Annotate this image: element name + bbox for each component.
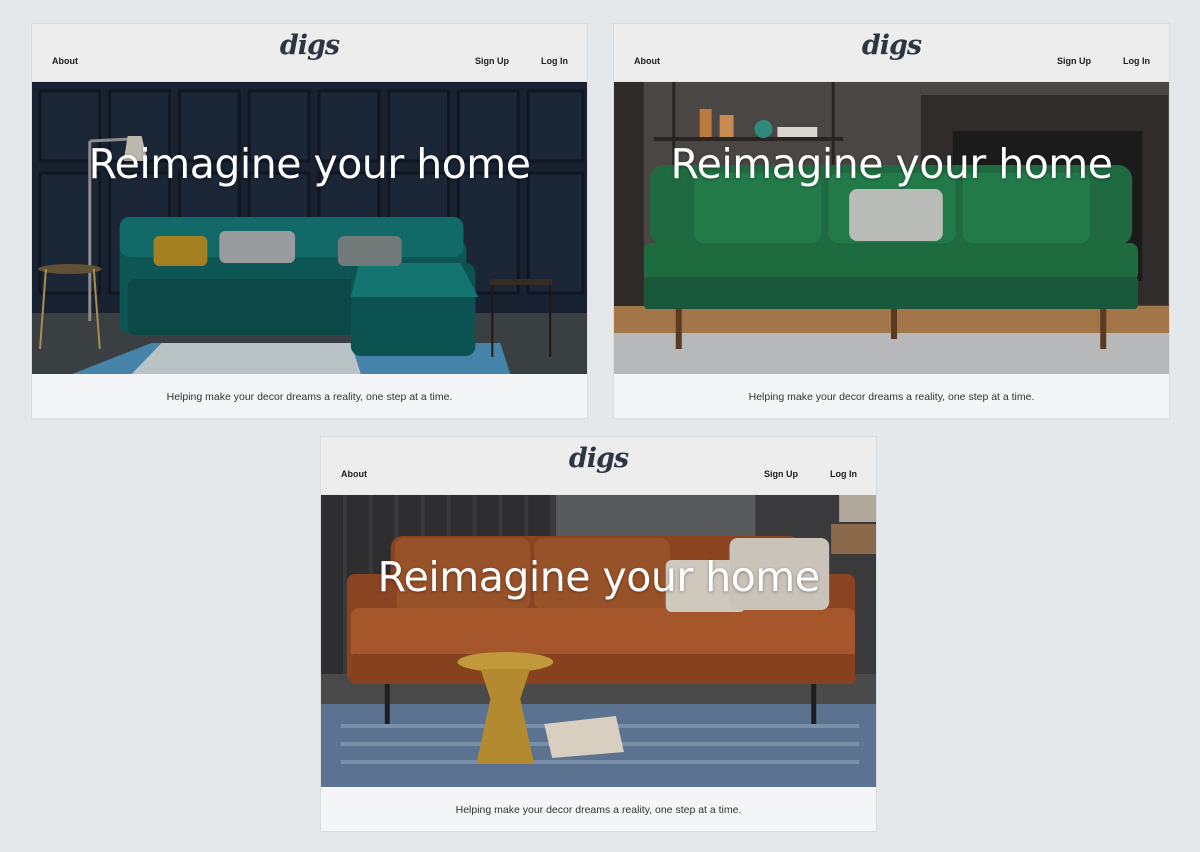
digs-logo[interactable]: digs xyxy=(280,30,340,61)
footer-strip: Helping make your decor dreams a reality… xyxy=(614,374,1169,418)
nav-link-sign-up[interactable]: Sign Up xyxy=(1057,56,1091,66)
tagline-text: Helping make your decor dreams a reality… xyxy=(748,391,1035,403)
hero-image-leather-sofa xyxy=(321,494,876,787)
nav-link-about[interactable]: About xyxy=(52,56,78,66)
landing-page-mockup-green: About digs Sign Up Log In Reimagine your… xyxy=(613,23,1170,419)
nav-link-sign-up[interactable]: Sign Up xyxy=(475,56,509,66)
nav-link-log-in[interactable]: Log In xyxy=(1123,56,1150,66)
hero-headline: Reimagine your home xyxy=(377,553,820,601)
top-navigation-bar: About digs Sign Up Log In xyxy=(614,24,1169,82)
tagline-text: Helping make your decor dreams a reality… xyxy=(166,391,453,403)
nav-link-about[interactable]: About xyxy=(341,469,367,479)
nav-link-log-in[interactable]: Log In xyxy=(541,56,568,66)
top-navigation-bar: About digs Sign Up Log In xyxy=(32,24,587,82)
hero-headline: Reimagine your home xyxy=(670,140,1113,188)
digs-logo[interactable]: digs xyxy=(862,30,922,61)
digs-logo[interactable]: digs xyxy=(569,443,629,474)
footer-strip: Helping make your decor dreams a reality… xyxy=(321,787,876,831)
tagline-text: Helping make your decor dreams a reality… xyxy=(455,804,742,816)
hero-image-teal-sofa xyxy=(32,81,587,374)
nav-link-sign-up[interactable]: Sign Up xyxy=(764,469,798,479)
hero-headline: Reimagine your home xyxy=(88,140,531,188)
footer-strip: Helping make your decor dreams a reality… xyxy=(32,374,587,418)
nav-link-log-in[interactable]: Log In xyxy=(830,469,857,479)
landing-page-mockup-leather: About digs Sign Up Log In Reimagine your… xyxy=(320,436,877,832)
top-navigation-bar: About digs Sign Up Log In xyxy=(321,437,876,495)
nav-link-about[interactable]: About xyxy=(634,56,660,66)
hero-image-green-sofa xyxy=(614,81,1169,374)
landing-page-mockup-teal: About digs Sign Up Log In Reimagine your… xyxy=(31,23,588,419)
